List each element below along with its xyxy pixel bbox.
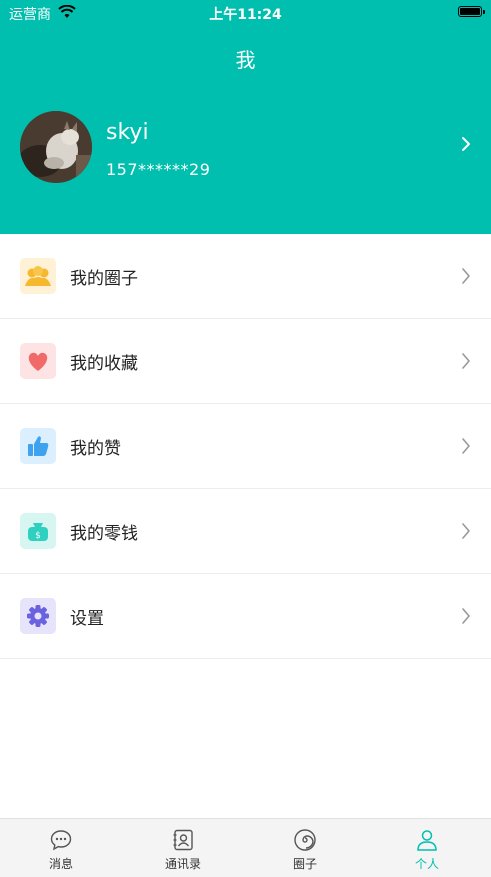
menu-label: 我的圈子 (70, 269, 138, 289)
tab-profile[interactable]: 个人 (366, 819, 488, 877)
tab-label: 消息 (48, 857, 73, 871)
chevron-right-icon (462, 523, 470, 539)
status-time: 上午11:24 (209, 7, 282, 23)
profile-card[interactable]: skyi 157******29 (0, 100, 491, 195)
heart-icon (20, 343, 56, 379)
menu-label: 我的赞 (70, 439, 121, 459)
menu-label: 我的收藏 (70, 354, 138, 374)
avatar-photo (20, 111, 92, 183)
person-icon (417, 830, 437, 851)
menu-item-settings[interactable]: 设置 (0, 574, 491, 659)
status-bar: 运营商 上午11:24 (0, 0, 491, 26)
menu-item-my-favorites[interactable]: 我的收藏 (0, 319, 491, 404)
chevron-right-icon[interactable] (459, 135, 473, 153)
tab-contacts[interactable]: 通讯录 (122, 819, 244, 877)
wallet-icon: $ (20, 513, 56, 549)
circle-group-icon (20, 258, 56, 294)
menu-label: 我的零钱 (70, 524, 138, 544)
menu-item-my-likes[interactable]: 我的赞 (0, 404, 491, 489)
tab-label: 通讯录 (164, 857, 201, 871)
tab-circle[interactable]: 圈子 (244, 819, 366, 877)
tab-bar: 消息 通讯录 圈子 个人 (0, 818, 491, 877)
spiral-icon (294, 829, 316, 851)
chevron-right-icon (462, 353, 470, 369)
avatar[interactable] (20, 111, 92, 183)
menu-item-my-wallet[interactable]: $ 我的零钱 (0, 489, 491, 574)
phone-number: 157******29 (106, 160, 211, 179)
page-title: 我 (235, 48, 256, 72)
tab-messages[interactable]: 消息 (0, 819, 122, 877)
menu-item-my-circle[interactable]: 我的圈子 (0, 234, 491, 319)
menu-list: 我的圈子 我的收藏 我的赞 $ 我的零钱 设置 (0, 234, 491, 659)
svg-text:$: $ (35, 531, 41, 541)
thumbs-up-icon (20, 428, 56, 464)
menu-label: 设置 (70, 609, 104, 629)
gear-icon (20, 598, 56, 634)
chevron-right-icon (462, 268, 470, 284)
contacts-icon (173, 829, 193, 851)
tab-label: 圈子 (292, 857, 317, 871)
tab-label: 个人 (414, 857, 439, 871)
chevron-right-icon (462, 608, 470, 624)
username: skyi (106, 120, 149, 145)
battery-icon (458, 6, 485, 17)
profile-header: 运营商 上午11:24 我 skyi 157******29 (0, 0, 491, 234)
chevron-right-icon (462, 438, 470, 454)
chat-bubble-icon (50, 830, 72, 851)
